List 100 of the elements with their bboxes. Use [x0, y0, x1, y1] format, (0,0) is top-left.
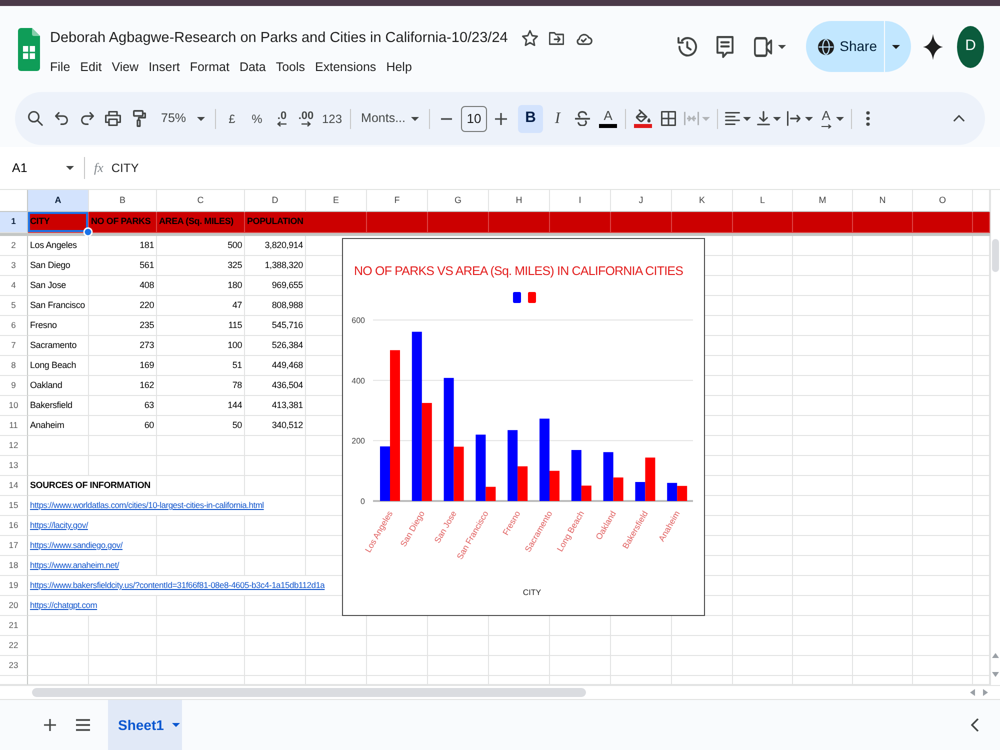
menu-item[interactable]: File [45, 57, 76, 77]
sheets-logo-icon[interactable] [18, 28, 40, 71]
row-number[interactable]: 20 [0, 596, 28, 616]
table-cell[interactable]: 144 [157, 396, 245, 416]
table-cell[interactable] [973, 212, 990, 233]
row-number[interactable]: 19 [0, 576, 28, 596]
folder-arrow-icon[interactable] [548, 32, 564, 44]
row-number[interactable]: 7 [0, 336, 28, 356]
font-dropdown[interactable]: Monts... [355, 104, 426, 132]
print-icon[interactable] [105, 111, 121, 126]
caret-icon[interactable] [743, 116, 752, 120]
minus-icon[interactable] [440, 118, 452, 120]
scrollbar-thumb[interactable] [992, 239, 999, 272]
table-cell[interactable]: 180 [157, 276, 245, 296]
align-left-icon[interactable] [725, 112, 740, 125]
table-cell[interactable] [489, 212, 550, 233]
table-cell[interactable]: 436,504 [245, 376, 306, 396]
table-cell[interactable]: 408 [89, 276, 157, 296]
menu-item[interactable]: Insert [144, 57, 185, 77]
menu-item[interactable]: Extensions [310, 57, 382, 77]
table-cell[interactable]: NO OF PARKS [89, 212, 157, 233]
table-cell[interactable]: San Francisco [28, 296, 89, 316]
source-link[interactable]: https://chatgpt.com [30, 600, 98, 610]
caret-icon[interactable] [773, 116, 782, 120]
zoom-dropdown[interactable]: 75% [153, 104, 211, 132]
row-number[interactable]: 5 [0, 296, 28, 316]
row-number[interactable]: 23 [0, 656, 28, 676]
row-number[interactable]: 1 [0, 212, 28, 233]
paint-roller-icon[interactable] [132, 110, 146, 127]
chevron-left-icon[interactable] [971, 718, 979, 732]
table-cell[interactable]: 969,655 [245, 276, 306, 296]
menu-item[interactable]: Format [184, 57, 234, 77]
text-wrap-icon[interactable] [787, 111, 802, 126]
percent-button[interactable]: % [245, 104, 269, 132]
bold-button[interactable]: B [518, 104, 544, 132]
search-icon[interactable] [28, 111, 42, 126]
scroll-left-icon[interactable] [970, 689, 975, 696]
row-number[interactable]: 11 [0, 416, 28, 436]
row-number[interactable]: 10 [0, 396, 28, 416]
menu-item[interactable]: Edit [75, 57, 107, 77]
table-cell[interactable] [611, 212, 672, 233]
scroll-right-icon[interactable] [983, 689, 988, 696]
text-rotation-button[interactable]: A [819, 104, 834, 132]
table-cell[interactable]: 545,716 [245, 316, 306, 336]
menu-item[interactable]: View [106, 57, 144, 77]
table-cell[interactable]: 449,468 [245, 356, 306, 376]
table-cell[interactable]: 561 [89, 256, 157, 276]
italic-button[interactable]: I [545, 104, 570, 132]
table-cell[interactable] [913, 212, 973, 233]
table-cell[interactable]: 181 [89, 236, 157, 256]
chevron-up-icon[interactable] [953, 115, 965, 122]
table-cell[interactable]: 220 [89, 296, 157, 316]
table-cell[interactable]: Long Beach [28, 356, 89, 376]
table-cell[interactable]: 325 [157, 256, 245, 276]
table-cell[interactable]: 78 [157, 376, 245, 396]
row-number[interactable]: 8 [0, 356, 28, 376]
share-button[interactable]: Share [806, 21, 884, 72]
table-cell[interactable]: 808,988 [245, 296, 306, 316]
redo-icon[interactable] [80, 112, 94, 125]
table-cell[interactable]: Sacramento [28, 336, 89, 356]
table-cell[interactable]: 51 [157, 356, 245, 376]
table-cell[interactable] [672, 212, 733, 233]
table-cell[interactable] [550, 212, 611, 233]
table-cell[interactable]: 50 [157, 416, 245, 436]
row-number[interactable]: 3 [0, 256, 28, 276]
add-sheet-icon[interactable] [44, 719, 56, 731]
table-cell[interactable]: 3,820,914 [245, 236, 306, 256]
paint-bucket-icon[interactable] [635, 109, 652, 123]
fill-handle-icon[interactable] [83, 227, 93, 237]
sheet-tab[interactable]: Sheet1 [108, 700, 182, 750]
row-number[interactable]: 13 [0, 456, 28, 476]
decrease-decimal-button[interactable]: .0 [270, 104, 294, 132]
menu-item[interactable]: Data [234, 57, 271, 77]
source-link[interactable]: https://www.sandiego.gov/ [30, 540, 123, 550]
table-cell[interactable]: 1,388,320 [245, 256, 306, 276]
row-number[interactable]: 17 [0, 536, 28, 556]
row-number[interactable]: 15 [0, 496, 28, 516]
strikethrough-icon[interactable] [574, 111, 590, 126]
share-options-button[interactable] [884, 21, 911, 72]
source-link[interactable]: https://lacity.gov/ [30, 520, 88, 530]
row-number[interactable]: 16 [0, 516, 28, 536]
caret-icon[interactable] [805, 116, 814, 120]
comment-icon[interactable] [716, 36, 734, 58]
text-color-button[interactable]: A [595, 104, 622, 132]
table-cell[interactable]: 60 [89, 416, 157, 436]
table-cell[interactable]: Bakersfield [28, 396, 89, 416]
row-number[interactable]: 21 [0, 616, 28, 636]
table-cell[interactable]: CITY [28, 212, 89, 233]
increase-decimal-button[interactable]: .00 [294, 104, 318, 132]
table-cell[interactable] [793, 212, 853, 233]
caret-icon[interactable] [778, 44, 786, 48]
borders-icon[interactable] [660, 111, 676, 126]
table-cell[interactable] [733, 212, 793, 233]
table-cell[interactable]: 162 [89, 376, 157, 396]
table-cell[interactable]: 63 [89, 396, 157, 416]
cloud-check-icon[interactable] [574, 32, 593, 44]
video-camera-icon[interactable] [754, 36, 773, 56]
table-cell[interactable]: 340,512 [245, 416, 306, 436]
table-cell[interactable]: Los Angeles [28, 236, 89, 256]
document-title[interactable]: Deborah Agbagwe-Research on Parks and Cities in California-10/23/24 [50, 26, 508, 50]
